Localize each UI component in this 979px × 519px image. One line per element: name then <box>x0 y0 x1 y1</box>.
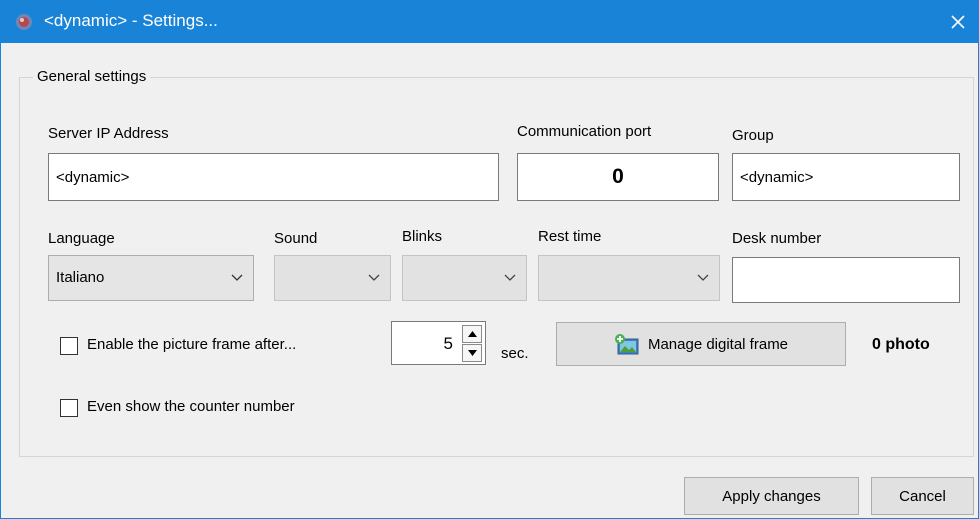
manage-digital-frame-label: Manage digital frame <box>647 335 789 353</box>
sound-label: Sound <box>274 230 318 247</box>
picture-frame-checkbox-label[interactable]: Enable the picture frame after... <box>87 336 296 353</box>
sound-select[interactable] <box>274 255 391 301</box>
counter-number-checkbox[interactable] <box>60 399 78 417</box>
language-selected-value: Italiano <box>56 269 105 286</box>
language-select[interactable]: Italiano <box>48 255 254 301</box>
chevron-down-icon <box>231 274 243 281</box>
blinks-label: Blinks <box>402 228 443 245</box>
chevron-down-icon <box>504 274 516 281</box>
counter-number-checkbox-label[interactable]: Even show the counter number <box>87 398 295 415</box>
chevron-down-icon <box>697 274 709 281</box>
picture-frame-icon <box>614 334 639 355</box>
desk-number-label: Desk number <box>732 230 822 247</box>
cancel-button[interactable]: Cancel <box>871 477 974 515</box>
rest-time-select[interactable] <box>538 255 720 301</box>
group-input[interactable] <box>732 153 960 201</box>
photo-count: 0 photo <box>872 336 930 353</box>
chevron-down-icon <box>368 274 380 281</box>
title-bar[interactable]: <dynamic> - Settings... <box>1 1 978 43</box>
apply-changes-button[interactable]: Apply changes <box>684 477 859 515</box>
language-label: Language <box>48 230 115 247</box>
general-settings-legend: General settings <box>33 68 151 85</box>
seconds-value: 5 <box>443 334 453 353</box>
communication-port-label: Communication port <box>517 123 652 140</box>
seconds-spinner[interactable]: 5 <box>391 321 486 365</box>
close-button[interactable] <box>938 1 978 43</box>
app-icon <box>16 14 32 30</box>
triangle-down-icon <box>467 350 477 356</box>
server-ip-label: Server IP Address <box>48 125 169 142</box>
group-label: Group <box>732 127 774 144</box>
spinner-up-button[interactable] <box>462 325 482 343</box>
picture-frame-checkbox[interactable] <box>60 337 78 355</box>
seconds-unit-label: sec. <box>501 345 529 362</box>
close-icon <box>951 15 965 29</box>
window-title: <dynamic> - Settings... <box>44 11 218 30</box>
triangle-up-icon <box>467 331 477 337</box>
spinner-down-button[interactable] <box>462 344 482 362</box>
server-ip-input[interactable] <box>48 153 499 201</box>
desk-number-input[interactable] <box>732 257 960 303</box>
manage-digital-frame-button[interactable]: Manage digital frame <box>556 322 846 366</box>
rest-time-label: Rest time <box>538 228 602 245</box>
settings-window: <dynamic> - Settings... General settings… <box>0 0 979 519</box>
communication-port-input[interactable] <box>517 153 719 201</box>
blinks-select[interactable] <box>402 255 527 301</box>
